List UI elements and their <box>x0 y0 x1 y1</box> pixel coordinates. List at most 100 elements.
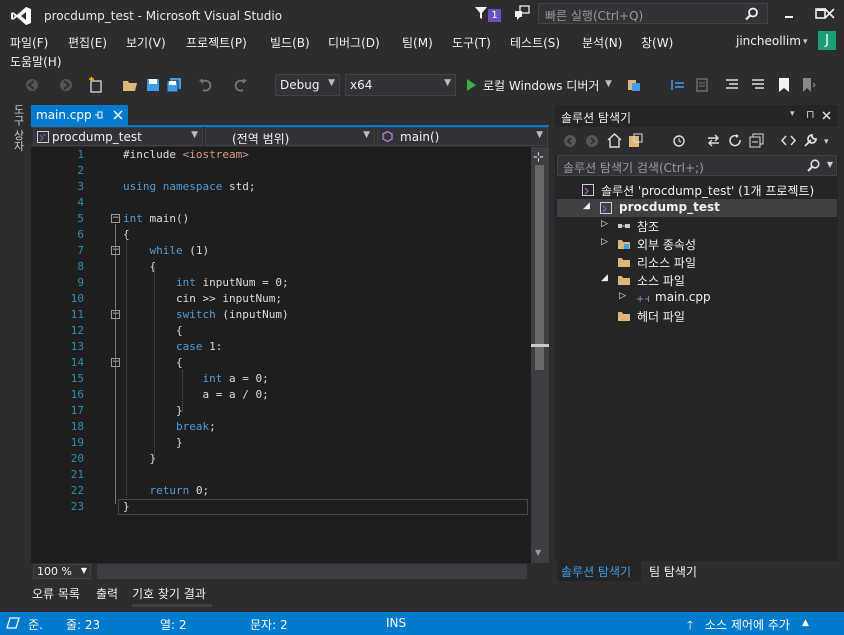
step-over-icon[interactable] <box>670 77 686 93</box>
fold-toggle-main[interactable]: − <box>111 214 120 223</box>
code-line[interactable]: a = a / 0; <box>123 388 268 401</box>
step-into-icon[interactable] <box>694 77 710 93</box>
code-line[interactable]: #include <iostream> <box>123 148 249 161</box>
forward-icon[interactable] <box>585 134 599 148</box>
collapse-arrow-icon[interactable]: ◢ <box>583 201 590 211</box>
properties-wrench-icon[interactable] <box>803 133 818 148</box>
search-options-icon[interactable]: ▼ <box>827 160 833 169</box>
output-window-icon[interactable] <box>6 617 20 629</box>
menu-file[interactable]: 파일(F) <box>10 34 48 51</box>
solution-search-input[interactable]: 솔루션 탐색기 검색(Ctrl+;) ▼ <box>557 155 837 176</box>
notification-flag-icon[interactable] <box>474 6 488 20</box>
tree-item-label[interactable]: procdump_test <box>619 200 720 214</box>
close-icon[interactable] <box>113 110 123 120</box>
code-line[interactable]: } <box>123 452 156 465</box>
start-debugger-button[interactable]: 로컬 Windows 디버거 <box>483 77 599 94</box>
menu-help[interactable]: 도움말(H) <box>10 53 62 70</box>
code-line[interactable]: using namespace std; <box>123 180 255 193</box>
code-line[interactable]: while (1) <box>123 244 210 257</box>
code-line[interactable]: return 0; <box>123 484 210 497</box>
quick-launch-input[interactable]: 빠른 실행(Ctrl+Q) <box>538 3 768 24</box>
code-line[interactable]: } <box>123 500 130 513</box>
debugger-dropdown-icon[interactable]: ▼ <box>605 79 612 89</box>
user-name[interactable]: jincheollim <box>736 34 801 48</box>
tree-item-label[interactable]: main.cpp <box>655 290 711 304</box>
tab-solution-explorer[interactable]: 솔루션 탐색기 <box>557 561 641 581</box>
split-window-icon[interactable]: ⊹ <box>533 150 544 165</box>
refresh-icon[interactable] <box>728 133 743 148</box>
menu-project[interactable]: 프로젝트(P) <box>186 34 247 51</box>
expand-arrow-icon[interactable]: ▷ <box>619 291 626 301</box>
tree-item-label[interactable]: 솔루션 'procdump_test' (1개 프로젝트) <box>601 182 814 199</box>
code-line[interactable]: switch (inputNum) <box>123 308 289 321</box>
save-icon[interactable] <box>145 77 161 93</box>
code-line[interactable]: int main() <box>123 212 189 225</box>
menu-debug[interactable]: 디버그(D) <box>328 34 380 51</box>
toolbox-tab[interactable]: 도구 상자 <box>10 104 26 152</box>
code-line[interactable]: { <box>123 324 183 337</box>
tab-main-cpp[interactable]: main.cpp <box>31 105 128 125</box>
close-button[interactable] <box>814 4 844 24</box>
back-icon[interactable] <box>563 134 577 148</box>
panel-menu-icon[interactable]: ▾ <box>790 109 795 119</box>
code-line[interactable]: { <box>123 260 156 273</box>
menu-edit[interactable]: 편집(E) <box>68 34 107 51</box>
tree-item-label[interactable]: 참조 <box>637 218 659 235</box>
pin-icon[interactable] <box>94 110 104 120</box>
menu-view[interactable]: 보기(V) <box>126 34 166 51</box>
code-line[interactable]: { <box>123 356 183 369</box>
tree-item-label[interactable]: 소스 파일 <box>637 272 685 289</box>
open-file-icon[interactable] <box>122 77 138 93</box>
browser-link-icon[interactable] <box>626 77 642 93</box>
switch-views-icon[interactable] <box>628 133 643 148</box>
code-line[interactable]: int a = 0; <box>123 372 268 385</box>
undo-icon[interactable] <box>198 77 214 93</box>
close-icon[interactable] <box>822 111 831 120</box>
menu-window[interactable]: 창(W) <box>641 34 673 51</box>
bookmark-icon[interactable] <box>776 77 792 93</box>
pin-icon[interactable]: ⊓ <box>806 108 815 121</box>
zoom-select[interactable]: 100 % ▼ <box>33 564 91 579</box>
redo-icon[interactable] <box>232 77 248 93</box>
project-select[interactable]: procdump_test ▼ <box>33 127 203 146</box>
menu-tools[interactable]: 도구(T) <box>452 34 491 51</box>
code-line[interactable]: case 1: <box>123 340 222 353</box>
menu-analyze[interactable]: 분석(N) <box>582 34 622 51</box>
navigate-forward-icon[interactable] <box>58 77 74 93</box>
solution-platform-select[interactable]: x64 ▼ <box>345 74 456 96</box>
user-dropdown-icon[interactable]: ▾ <box>803 37 808 47</box>
tree-item-label[interactable]: 헤더 파일 <box>637 308 685 325</box>
tab-error-list[interactable]: 오류 목록 <box>32 585 80 602</box>
code-line[interactable]: } <box>123 404 183 417</box>
sync-icon[interactable] <box>706 133 721 148</box>
menu-team[interactable]: 팀(M) <box>402 34 433 51</box>
member-select[interactable]: main() ▼ <box>377 127 548 146</box>
code-line[interactable]: } <box>123 436 183 449</box>
horizontal-scrollbar[interactable] <box>97 564 527 579</box>
start-debugging-icon[interactable] <box>463 77 479 93</box>
new-project-icon[interactable] <box>88 77 104 93</box>
code-line[interactable]: break; <box>123 420 216 433</box>
comment-lines-icon[interactable] <box>724 77 740 93</box>
bookmark-next-icon[interactable] <box>800 77 816 93</box>
solution-configuration-select[interactable]: Debug ▼ <box>275 74 340 96</box>
code-view-icon[interactable] <box>781 133 796 148</box>
feedback-icon[interactable] <box>514 5 530 21</box>
tab-output[interactable]: 출력 <box>96 585 118 602</box>
save-all-icon[interactable] <box>166 77 182 93</box>
scroll-down-icon[interactable]: ▼ <box>535 548 541 557</box>
notification-count-badge[interactable]: 1 <box>488 9 501 22</box>
tree-item-label[interactable]: 외부 종속성 <box>637 236 696 253</box>
chevron-up-icon[interactable]: ▲ <box>802 618 809 628</box>
tab-find-symbol-results[interactable]: 기호 찾기 결과 <box>132 585 206 602</box>
menu-test[interactable]: 테스트(S) <box>510 34 560 51</box>
expand-arrow-icon[interactable]: ▷ <box>601 237 608 247</box>
pending-changes-filter-icon[interactable] <box>672 133 687 148</box>
navigate-back-icon[interactable] <box>24 77 40 93</box>
code-line[interactable]: cin >> inputNum; <box>123 292 282 305</box>
avatar[interactable]: J <box>818 31 836 50</box>
collapse-arrow-icon[interactable]: ◢ <box>601 273 608 283</box>
scope-select[interactable]: (전역 범위) ▼ <box>205 127 375 146</box>
vertical-scroll-thumb[interactable] <box>535 165 544 370</box>
minimize-button[interactable] <box>774 4 804 24</box>
